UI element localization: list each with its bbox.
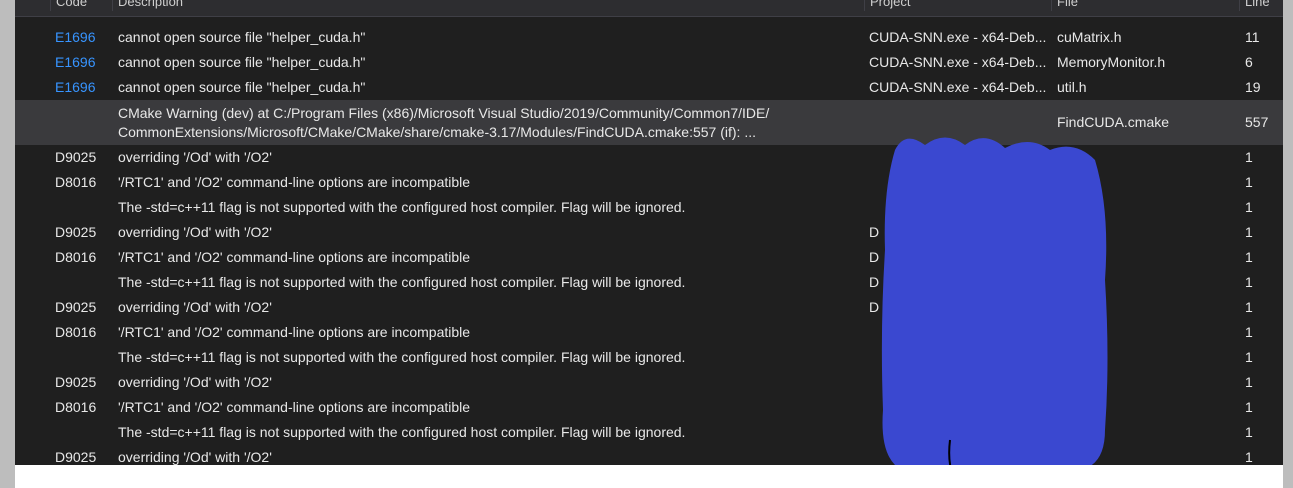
error-line: 1 bbox=[1245, 149, 1253, 165]
column-header-code[interactable]: Code bbox=[50, 0, 87, 11]
error-line: 1 bbox=[1245, 249, 1253, 265]
error-description: overriding '/Od' with '/O2' bbox=[118, 149, 272, 165]
error-description: overriding '/Od' with '/O2' bbox=[118, 449, 272, 465]
error-code: D9025 bbox=[55, 149, 97, 165]
error-description: overriding '/Od' with '/O2' bbox=[118, 374, 272, 390]
error-line: 1 bbox=[1245, 449, 1253, 465]
error-line: 1 bbox=[1245, 324, 1253, 340]
error-description: '/RTC1' and '/O2' command-line options a… bbox=[118, 324, 471, 340]
error-list-row[interactable]: D8016 '/RTC1' and '/O2' command-line opti… bbox=[15, 170, 1283, 195]
error-list-row[interactable]: D9025 overriding '/Od' with '/O2' 1 bbox=[15, 370, 1283, 395]
error-code: D9025 bbox=[55, 299, 97, 315]
error-project: CUDA-SNN.exe - x64-Deb... bbox=[869, 29, 1047, 45]
error-list-row[interactable]: E1696 cannot open source file "helper_cud… bbox=[15, 50, 1283, 75]
error-description: '/RTC1' and '/O2' command-line options a… bbox=[118, 249, 471, 265]
error-list-row[interactable]: D8016 '/RTC1' and '/O2' command-line opti… bbox=[15, 245, 1283, 270]
error-line: 1 bbox=[1245, 399, 1253, 415]
error-list-row[interactable]: CMake Warning (dev) at C:/Program Files … bbox=[15, 100, 1283, 145]
error-project: D bbox=[869, 274, 880, 290]
error-file: cuMatrix.h bbox=[1057, 29, 1122, 45]
error-line: 1 bbox=[1245, 424, 1253, 440]
error-description: The -std=c++11 flag is not supported wit… bbox=[118, 349, 686, 365]
error-description: '/RTC1' and '/O2' command-line options a… bbox=[118, 399, 471, 415]
error-code: D8016 bbox=[55, 324, 97, 340]
error-list-row[interactable]: D8016 '/RTC1' and '/O2' command-line opti… bbox=[15, 320, 1283, 345]
error-description: cannot open source file "helper_cuda.h" bbox=[118, 29, 366, 45]
error-code: D8016 bbox=[55, 174, 97, 190]
error-description: overriding '/Od' with '/O2' bbox=[118, 299, 272, 315]
error-line: 1 bbox=[1245, 299, 1253, 315]
error-list-rows: E1696 cannot open source file "helper_cud… bbox=[15, 25, 1283, 465]
error-line: 19 bbox=[1245, 79, 1261, 95]
column-header-line[interactable]: Line bbox=[1239, 0, 1270, 11]
error-description-line: CommonExtensions/Microsoft/CMake/CMake/s… bbox=[118, 124, 756, 140]
error-description: The -std=c++11 flag is not supported wit… bbox=[118, 199, 686, 215]
error-line: 11 bbox=[1245, 29, 1260, 45]
error-list-header: Code Description Project File Line bbox=[15, 0, 1283, 17]
column-header-description[interactable]: Description bbox=[112, 0, 183, 11]
error-list-row[interactable]: The -std=c++11 flag is not supported wit… bbox=[15, 195, 1283, 220]
error-list-row[interactable]: D9025 overriding '/Od' with '/O2' 1 bbox=[15, 145, 1283, 170]
error-list-row[interactable]: The -std=c++11 flag is not supported wit… bbox=[15, 420, 1283, 445]
column-header-project[interactable]: Project bbox=[864, 0, 910, 11]
error-description-line: CMake Warning (dev) at C:/Program Files … bbox=[118, 105, 770, 121]
error-line: 1 bbox=[1245, 374, 1253, 390]
error-file: FindCUDA.cmake bbox=[1057, 114, 1170, 130]
error-code: D9025 bbox=[55, 449, 97, 465]
error-line: 1 bbox=[1245, 224, 1253, 240]
error-description: '/RTC1' and '/O2' command-line options a… bbox=[118, 174, 471, 190]
error-project: D bbox=[869, 224, 880, 240]
error-description: cannot open source file "helper_cuda.h" bbox=[118, 54, 366, 70]
error-description: The -std=c++11 flag is not supported wit… bbox=[118, 274, 686, 290]
error-description: CMake Warning (dev) at C:/Program Files … bbox=[118, 100, 863, 142]
error-code: D9025 bbox=[55, 374, 97, 390]
error-code-link[interactable]: E1696 bbox=[55, 25, 125, 50]
error-line: 1 bbox=[1245, 274, 1253, 290]
error-description: The -std=c++11 flag is not supported wit… bbox=[118, 424, 686, 440]
error-list-row[interactable]: D9025 overriding '/Od' with '/O2' D 1 bbox=[15, 220, 1283, 245]
error-project: CUDA-SNN.exe - x64-Deb... bbox=[869, 79, 1047, 95]
error-file: MemoryMonitor.h bbox=[1057, 54, 1166, 70]
bottom-bar bbox=[15, 465, 1283, 488]
error-code-link[interactable]: E1696 bbox=[55, 75, 125, 100]
error-list-row[interactable]: E1696 cannot open source file "helper_cud… bbox=[15, 75, 1283, 100]
error-project: CUDA-SNN.exe - x64-Deb... bbox=[869, 54, 1047, 70]
error-code-link[interactable]: E1696 bbox=[55, 50, 125, 75]
error-code: D9025 bbox=[55, 224, 97, 240]
error-list-row[interactable]: The -std=c++11 flag is not supported wit… bbox=[15, 345, 1283, 370]
error-project: D bbox=[869, 249, 880, 265]
error-file: util.h bbox=[1057, 79, 1087, 95]
error-line: 557 bbox=[1245, 114, 1269, 130]
column-header-file[interactable]: File bbox=[1051, 0, 1078, 11]
error-line: 6 bbox=[1245, 54, 1253, 70]
error-list-row[interactable]: The -std=c++11 flag is not supported wit… bbox=[15, 270, 1283, 295]
error-description: cannot open source file "helper_cuda.h" bbox=[118, 79, 366, 95]
error-list-row[interactable]: D9025 overriding '/Od' with '/O2' D 1 bbox=[15, 295, 1283, 320]
error-line: 1 bbox=[1245, 199, 1253, 215]
error-code: D8016 bbox=[55, 249, 97, 265]
error-line: 1 bbox=[1245, 174, 1253, 190]
error-line: 1 bbox=[1245, 349, 1253, 365]
error-description: overriding '/Od' with '/O2' bbox=[118, 224, 272, 240]
error-list-row[interactable]: E1696 cannot open source file "helper_cud… bbox=[15, 25, 1283, 50]
error-list-row[interactable]: D8016 '/RTC1' and '/O2' command-line opti… bbox=[15, 395, 1283, 420]
error-list-panel: Code Description Project File Line E1696… bbox=[15, 0, 1283, 465]
error-project: D bbox=[869, 299, 880, 315]
error-code: D8016 bbox=[55, 399, 97, 415]
error-list-row[interactable]: D9025 overriding '/Od' with '/O2' 1 bbox=[15, 445, 1283, 465]
